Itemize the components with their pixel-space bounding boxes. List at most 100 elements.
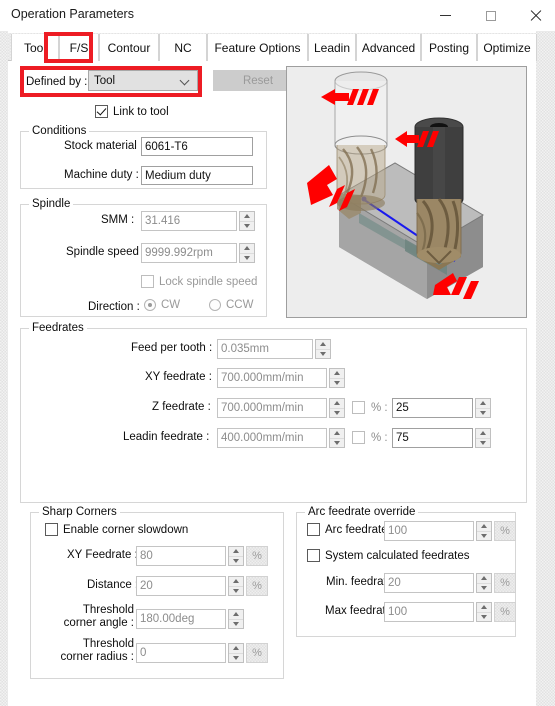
spinner-up[interactable] [229, 644, 243, 653]
spinner-up[interactable] [316, 340, 330, 349]
spindle-speed-spinner-down[interactable] [240, 252, 254, 262]
xy-feedrate-spinner[interactable] [329, 368, 345, 388]
xy-feedrate-value: 700.000 [221, 372, 263, 384]
spinner-down[interactable] [330, 377, 344, 387]
smm-spinner-down[interactable] [240, 220, 254, 230]
tab-leadin[interactable]: Leadin [308, 34, 356, 61]
spinner-up[interactable] [229, 610, 243, 619]
smm-spinner-up[interactable] [240, 212, 254, 221]
spindle-speed-spinner-up[interactable] [240, 244, 254, 253]
spinner-down[interactable] [229, 585, 243, 595]
tab-optimize[interactable]: Optimize [477, 34, 537, 61]
sc-threshold-radius-percent-label: % [252, 647, 262, 659]
sc-threshold-angle-spinner[interactable] [228, 609, 244, 629]
spinner-down[interactable] [316, 348, 330, 358]
tab-posting[interactable]: Posting [421, 34, 477, 61]
spinner-down[interactable] [229, 555, 243, 565]
sc-threshold-radius-percent-button[interactable]: % [246, 643, 268, 663]
z-feedrate-percent-checkbox[interactable] [352, 401, 365, 414]
sc-threshold-radius-label: Threshold corner radius : [60, 638, 134, 663]
sc-xy-feedrate-input[interactable]: 80 [136, 546, 226, 566]
spinner-up[interactable] [477, 603, 491, 612]
smm-spinner[interactable] [239, 211, 255, 231]
tab-fs[interactable]: F/S [59, 34, 99, 61]
minimize-button[interactable] [423, 0, 468, 31]
arc-feedrate-spinner[interactable] [476, 521, 492, 541]
smm-label: SMM : [101, 214, 135, 226]
leadin-feedrate-percent-spinner[interactable] [475, 428, 491, 448]
spinner-down[interactable] [477, 530, 491, 540]
spinner-up[interactable] [477, 574, 491, 583]
sc-xy-feedrate-percent-button[interactable]: % [246, 546, 268, 566]
spinner-down[interactable] [330, 407, 344, 417]
min-feedrate-input[interactable]: 20 [384, 573, 474, 593]
arc-feedrate-checkbox[interactable]: Arc feedrate : [307, 523, 394, 536]
tab-feature-options[interactable]: Feature Options [207, 34, 308, 61]
smm-value: 31.416 [145, 215, 181, 227]
spinner-up[interactable] [229, 577, 243, 586]
machine-duty-input[interactable]: Medium duty [141, 166, 253, 185]
max-feedrate-input[interactable]: 100 [384, 602, 474, 622]
feedrates-title: Feedrates [29, 322, 87, 334]
smm-input[interactable]: 31.416 [141, 211, 237, 231]
z-feedrate-input[interactable]: 700.000 mm/min [217, 398, 327, 418]
spinner-down[interactable] [229, 652, 243, 662]
leadin-feedrate-percent-input[interactable]: 75 [392, 428, 473, 448]
spinner-down[interactable] [477, 582, 491, 592]
direction-label: Direction : [88, 301, 140, 313]
sc-xy-feedrate-spinner[interactable] [228, 546, 244, 566]
xy-feedrate-input[interactable]: 700.000 mm/min [217, 368, 327, 388]
feed-per-tooth-input[interactable]: 0.035 mm [217, 339, 313, 359]
spinner-down[interactable] [477, 611, 491, 621]
z-feedrate-spinner[interactable] [329, 398, 345, 418]
stock-material-input[interactable]: 6061-T6 [141, 137, 253, 156]
system-calculated-feedrates-checkbox[interactable]: System calculated feedrates [307, 549, 469, 562]
min-feedrate-percent-button[interactable]: % [494, 573, 516, 593]
spinner-down[interactable] [229, 618, 243, 628]
direction-radio-cw[interactable]: CW [144, 299, 180, 311]
stock-material-label: Stock material : [64, 140, 144, 152]
spinner-down[interactable] [476, 437, 490, 447]
spindle-speed-input[interactable]: 9999.992 rpm [141, 243, 237, 263]
sc-distance-spinner[interactable] [228, 576, 244, 596]
link-to-tool-checkbox[interactable]: Link to tool [95, 105, 169, 118]
leadin-feedrate-percent-checkbox[interactable] [352, 431, 365, 444]
z-feedrate-percent-spinner[interactable] [475, 398, 491, 418]
defined-by-select[interactable]: Tool [88, 70, 198, 91]
spindle-speed-spinner[interactable] [239, 243, 255, 263]
spinner-up[interactable] [330, 399, 344, 408]
spinner-up[interactable] [330, 429, 344, 438]
link-to-tool-label: Link to tool [113, 105, 169, 118]
direction-radio-ccw[interactable]: CCW [209, 299, 253, 311]
tab-nc[interactable]: NC [159, 34, 207, 61]
tab-advanced[interactable]: Advanced [356, 34, 421, 61]
sc-distance-input[interactable]: 20 [136, 576, 226, 596]
tab-tool[interactable]: Tool [11, 34, 59, 61]
spinner-up[interactable] [330, 369, 344, 378]
lock-spindle-speed-checkbox[interactable]: Lock spindle speed [141, 275, 257, 288]
max-feedrate-spinner[interactable] [476, 602, 492, 622]
arc-feedrate-percent-button[interactable]: % [494, 521, 516, 541]
spinner-up[interactable] [229, 547, 243, 556]
sc-threshold-radius-input[interactable]: 0 [136, 643, 226, 663]
spinner-down[interactable] [476, 407, 490, 417]
z-feedrate-percent-input[interactable]: 25 [392, 398, 473, 418]
spinner-up[interactable] [477, 522, 491, 531]
leadin-feedrate-input[interactable]: 400.000 mm/min [217, 428, 327, 448]
sc-distance-percent-button[interactable]: % [246, 576, 268, 596]
spinner-up[interactable] [476, 399, 490, 408]
arc-feedrate-input[interactable]: 100 [384, 521, 474, 541]
maximize-button[interactable] [468, 0, 513, 31]
enable-corner-slowdown-checkbox[interactable]: Enable corner slowdown [45, 523, 188, 536]
max-feedrate-percent-button[interactable]: % [494, 602, 516, 622]
leadin-feedrate-spinner[interactable] [329, 428, 345, 448]
feed-per-tooth-spinner[interactable] [315, 339, 331, 359]
sc-threshold-angle-input[interactable]: 180.00deg [136, 609, 226, 629]
min-feedrate-spinner[interactable] [476, 573, 492, 593]
xy-feedrate-label: XY feedrate : [145, 371, 212, 383]
spinner-down[interactable] [330, 437, 344, 447]
close-button[interactable] [513, 0, 555, 31]
tab-contour[interactable]: Contour [99, 34, 159, 61]
spinner-up[interactable] [476, 429, 490, 438]
sc-threshold-radius-spinner[interactable] [228, 643, 244, 663]
